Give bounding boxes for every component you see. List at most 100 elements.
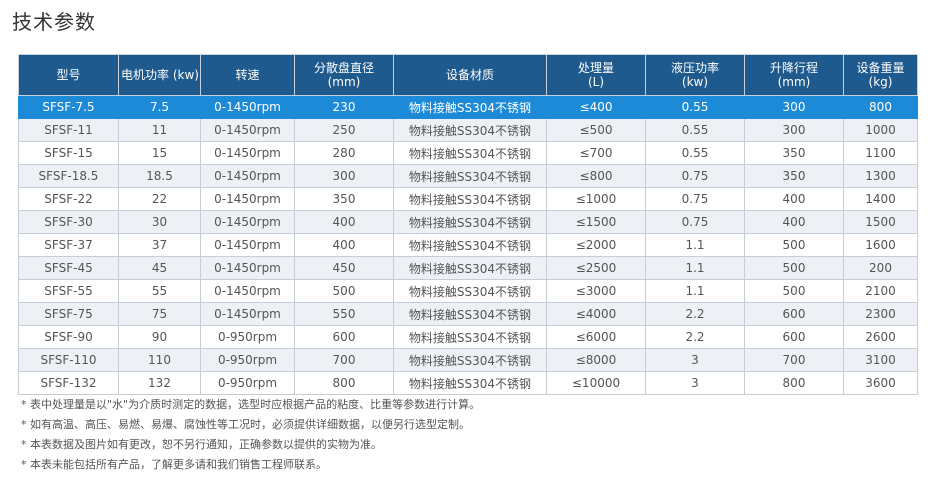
column-header-text: (mm): [777, 75, 811, 89]
table-cell-model: SFSF-90: [18, 325, 119, 349]
table-row: SFSF-7.5 7.5 0-1450rpm 230 物料接触SS304不锈钢 ≤400 0…: [18, 95, 918, 119]
table-cell-hydraulic-power: 0.75: [645, 210, 745, 234]
table-cell-lift-stroke: 300: [744, 95, 844, 119]
table-cell-weight: 800: [843, 95, 918, 119]
table-cell-capacity: ≤1500: [546, 210, 646, 234]
column-header-model: 型号: [18, 54, 119, 96]
table-row: SFSF-55 55 0-1450rpm 500 物料接触SS304不锈钢 ≤3000 1.…: [18, 279, 918, 303]
table-cell-weight: 1500: [843, 210, 918, 234]
table-cell-material: 物料接触SS304不锈钢: [393, 302, 547, 326]
table-cell-hydraulic-power: 1.1: [645, 279, 745, 303]
table-cell-speed: 0-1450rpm: [200, 164, 295, 188]
table-cell-hydraulic-power: 3: [645, 371, 745, 395]
table-cell-speed: 0-950rpm: [200, 348, 295, 372]
column-header-text: 处理量: [577, 61, 614, 75]
column-header-motor-power: 电机功率 (kw): [118, 54, 201, 96]
table-cell-disc-diameter: 800: [294, 371, 394, 395]
table-row: SFSF-132 132 0-950rpm 800 物料接触SS304不锈钢 ≤10000…: [18, 371, 918, 395]
table-cell-lift-stroke: 500: [744, 256, 844, 280]
table-row: SFSF-90 90 0-950rpm 600 物料接触SS304不锈钢 ≤6000 2.2…: [18, 325, 918, 349]
table-cell-weight: 200: [843, 256, 918, 280]
table-cell-weight: 2100: [843, 279, 918, 303]
column-header-text: 型号: [56, 68, 81, 82]
footnote: * 本表数据及图片如有更改，恕不另行通知，正确参数以提供的实物为准。: [21, 438, 382, 451]
table-cell-capacity: ≤10000: [546, 371, 646, 395]
table-cell-hydraulic-power: 1.1: [645, 256, 745, 280]
table-row: SFSF-37 37 0-1450rpm 400 物料接触SS304不锈钢 ≤2000 1.…: [18, 233, 918, 257]
spec-table: 型号 电机功率 (kw) 转速 分散盘直径 (mm) 设备材质 处理量 (L) 液压功率 (kw)…: [18, 54, 918, 395]
table-cell-material: 物料接触SS304不锈钢: [393, 279, 547, 303]
table-row: SFSF-22 22 0-1450rpm 350 物料接触SS304不锈钢 ≤1000 0.…: [18, 187, 918, 211]
table-cell-motor-power: 45: [118, 256, 201, 280]
table-cell-lift-stroke: 500: [744, 233, 844, 257]
table-cell-speed: 0-1450rpm: [200, 187, 295, 211]
table-row: SFSF-30 30 0-1450rpm 400 物料接触SS304不锈钢 ≤1500 0.…: [18, 210, 918, 234]
table-cell-lift-stroke: 400: [744, 210, 844, 234]
table-cell-model: SFSF-55: [18, 279, 119, 303]
table-cell-model: SFSF-22: [18, 187, 119, 211]
table-cell-weight: 1300: [843, 164, 918, 188]
table-cell-motor-power: 15: [118, 141, 201, 165]
table-cell-hydraulic-power: 2.2: [645, 302, 745, 326]
table-cell-hydraulic-power: 0.75: [645, 164, 745, 188]
table-cell-motor-power: 55: [118, 279, 201, 303]
table-header-row: 型号 电机功率 (kw) 转速 分散盘直径 (mm) 设备材质 处理量 (L) 液压功率 (kw)…: [18, 54, 918, 96]
column-header-capacity: 处理量 (L): [546, 54, 646, 96]
table-cell-hydraulic-power: 1.1: [645, 233, 745, 257]
table-cell-disc-diameter: 550: [294, 302, 394, 326]
table-cell-weight: 1600: [843, 233, 918, 257]
table-cell-model: SFSF-30: [18, 210, 119, 234]
table-cell-weight: 3600: [843, 371, 918, 395]
column-header-text: (kw): [681, 75, 709, 89]
footnote: * 本表未能包括所有产品，了解更多请和我们销售工程师联系。: [21, 458, 327, 471]
table-cell-capacity: ≤8000: [546, 348, 646, 372]
column-header-text: 电机功率 (kw): [121, 68, 199, 82]
table-cell-model: SFSF-110: [18, 348, 119, 372]
column-header-speed: 转速: [200, 54, 295, 96]
column-header-weight: 设备重量 (kg): [843, 54, 918, 96]
table-cell-capacity: ≤3000: [546, 279, 646, 303]
column-header-text: 设备重量: [856, 61, 905, 75]
table-cell-material: 物料接触SS304不锈钢: [393, 210, 547, 234]
table-cell-speed: 0-1450rpm: [200, 256, 295, 280]
table-cell-weight: 3100: [843, 348, 918, 372]
table-cell-speed: 0-1450rpm: [200, 210, 295, 234]
table-cell-motor-power: 75: [118, 302, 201, 326]
table-cell-lift-stroke: 350: [744, 164, 844, 188]
table-cell-capacity: ≤2500: [546, 256, 646, 280]
table-cell-capacity: ≤2000: [546, 233, 646, 257]
table-row: SFSF-110 110 0-950rpm 700 物料接触SS304不锈钢 ≤8000 3…: [18, 348, 918, 372]
table-cell-motor-power: 37: [118, 233, 201, 257]
table-cell-weight: 1000: [843, 118, 918, 142]
column-header-disc-diameter: 分散盘直径 (mm): [294, 54, 394, 96]
table-cell-material: 物料接触SS304不锈钢: [393, 164, 547, 188]
table-cell-speed: 0-1450rpm: [200, 233, 295, 257]
footnotes: * 表中处理量是以"水"为介质时测定的数据，选型时应根据产品的粘度、比重等参数进…: [21, 395, 480, 475]
column-header-text: 液压功率: [670, 61, 719, 75]
table-cell-model: SFSF-18.5: [18, 164, 119, 188]
table-cell-disc-diameter: 230: [294, 95, 394, 119]
table-cell-speed: 0-950rpm: [200, 325, 295, 349]
table-cell-hydraulic-power: 0.55: [645, 95, 745, 119]
table-cell-disc-diameter: 300: [294, 164, 394, 188]
table-cell-speed: 0-1450rpm: [200, 279, 295, 303]
table-cell-speed: 0-1450rpm: [200, 141, 295, 165]
table-cell-hydraulic-power: 0.55: [645, 141, 745, 165]
column-header-text: 分散盘直径: [313, 61, 374, 75]
table-cell-material: 物料接触SS304不锈钢: [393, 348, 547, 372]
page-title: 技术参数: [12, 10, 96, 34]
table-cell-model: SFSF-37: [18, 233, 119, 257]
column-header-text: (kg): [868, 75, 893, 89]
table-cell-disc-diameter: 500: [294, 279, 394, 303]
table-cell-lift-stroke: 400: [744, 187, 844, 211]
table-cell-motor-power: 110: [118, 348, 201, 372]
table-cell-speed: 0-1450rpm: [200, 302, 295, 326]
column-header-text: 升降行程: [769, 61, 818, 75]
column-header-lift-stroke: 升降行程 (mm): [744, 54, 844, 96]
table-cell-material: 物料接触SS304不锈钢: [393, 141, 547, 165]
table-cell-material: 物料接触SS304不锈钢: [393, 118, 547, 142]
table-body: SFSF-7.5 7.5 0-1450rpm 230 物料接触SS304不锈钢 ≤400 0…: [18, 95, 918, 395]
table-cell-motor-power: 7.5: [118, 95, 201, 119]
table-cell-capacity: ≤6000: [546, 325, 646, 349]
table-cell-speed: 0-1450rpm: [200, 118, 295, 142]
